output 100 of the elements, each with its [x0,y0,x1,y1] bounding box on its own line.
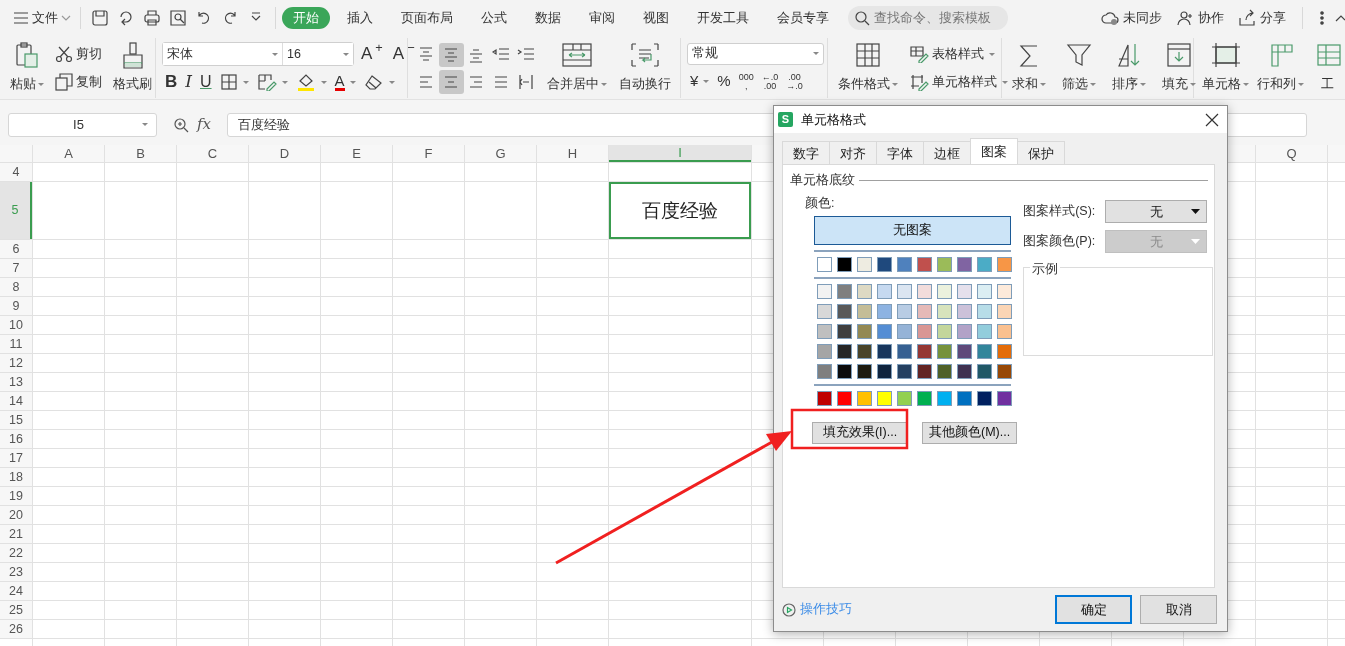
fill-effects-button[interactable]: 填充效果(I)... [812,421,908,444]
color-swatch[interactable] [997,303,1012,319]
ribbon-button[interactable]: 单元格 [1198,40,1253,96]
pattern-style-select[interactable]: 无 [1105,199,1208,223]
dialog-tab[interactable]: 保护 [1017,141,1065,164]
color-swatch[interactable] [857,390,872,406]
alignment-button[interactable] [439,42,464,67]
color-swatch[interactable] [937,256,952,272]
color-swatch[interactable] [977,303,992,319]
row-header[interactable]: 20 [0,506,32,524]
color-swatch[interactable] [937,323,952,339]
color-swatch[interactable] [917,343,932,359]
row-header[interactable]: 21 [0,525,32,543]
color-swatch[interactable] [997,256,1012,272]
color-swatch[interactable] [877,256,892,272]
font-color-button[interactable]: A [331,70,359,94]
thousands-button[interactable]: 000 , [735,69,757,94]
color-swatch[interactable] [937,363,952,379]
decrease-decimal-button[interactable]: .00 →.0 [783,69,806,94]
column-header[interactable]: C [177,145,248,162]
color-swatch[interactable] [817,283,832,299]
row-header[interactable]: 25 [0,601,32,619]
color-swatch[interactable] [837,283,852,299]
color-swatch[interactable] [817,363,832,379]
format-painter-button[interactable]: 格式刷 [109,40,156,96]
ribbon-tab[interactable]: 数据 [524,7,572,29]
color-swatch[interactable] [857,283,872,299]
ribbon-button[interactable]: 筛选 [1058,40,1100,96]
color-swatch[interactable] [897,283,912,299]
row-header[interactable]: 14 [0,392,32,410]
no-pattern-button[interactable]: 无图案 [814,215,1011,245]
function-label[interactable]: fx [197,113,211,136]
color-swatch[interactable] [837,256,852,272]
color-swatch[interactable] [917,256,932,272]
cell-style-button[interactable]: 单元格样式 [906,70,1011,94]
row-header[interactable]: 15 [0,411,32,429]
column-header[interactable]: G [465,145,536,162]
color-swatch[interactable] [977,323,992,339]
color-swatch[interactable] [997,343,1012,359]
row-header[interactable]: 19 [0,487,32,505]
color-swatch[interactable] [977,363,992,379]
row-header[interactable]: 7 [0,259,32,277]
color-swatch[interactable] [917,323,932,339]
column-header[interactable]: F [393,145,464,162]
row-header[interactable]: 10 [0,316,32,334]
color-swatch[interactable] [977,256,992,272]
color-swatch[interactable] [837,363,852,379]
number-format-select[interactable]: 常规 [687,42,824,65]
color-swatch[interactable] [937,303,952,319]
color-swatch[interactable] [817,343,832,359]
color-swatch[interactable] [917,283,932,299]
shrink-font-button[interactable]: A$^{−}$ [389,42,418,66]
color-swatch[interactable] [977,390,992,406]
merge-center-button[interactable]: 合并居中 [543,40,611,96]
color-swatch[interactable] [897,256,912,272]
percent-button[interactable]: % [714,69,734,94]
row-header[interactable]: 12 [0,354,32,372]
ribbon-button[interactable]: 填充 [1158,40,1200,96]
row-header[interactable]: 4 [0,163,32,181]
wrap-text-button[interactable]: 自动换行 [615,40,675,96]
color-swatch[interactable] [937,390,952,406]
ribbon-button[interactable]: 行和列 [1253,40,1308,96]
color-swatch[interactable] [857,323,872,339]
color-swatch[interactable] [857,303,872,319]
color-swatch[interactable] [837,303,852,319]
copy-button[interactable]: 复制 [52,70,105,94]
color-swatch[interactable] [877,363,892,379]
row-header[interactable]: 23 [0,563,32,581]
italic-button[interactable]: I [182,70,195,94]
paste-button[interactable]: 粘贴 [6,40,48,96]
toolbar-button[interactable]: 分享 [1234,8,1290,28]
color-swatch[interactable] [837,343,852,359]
color-swatch[interactable] [957,343,972,359]
column-header[interactable]: H [537,145,608,162]
row-header[interactable]: 6 [0,240,32,258]
underline-button[interactable]: U [197,70,215,94]
bold-button[interactable]: B [162,70,181,94]
color-swatch[interactable] [917,303,932,319]
color-swatch[interactable] [877,283,892,299]
column-header[interactable]: A [33,145,104,162]
color-swatch[interactable] [957,256,972,272]
color-swatch[interactable] [897,323,912,339]
ribbon-tab[interactable]: 会员专享 [766,7,840,29]
color-swatch[interactable] [837,390,852,406]
search-field[interactable]: 查找命令、搜索模板 [848,6,1008,30]
color-swatch[interactable] [997,363,1012,379]
toolbar-button[interactable]: 协作 [1172,8,1228,28]
toolbar-button[interactable]: 未同步 [1097,8,1166,28]
color-swatch[interactable] [957,283,972,299]
currency-button[interactable]: ¥ [687,69,713,94]
ribbon-tab[interactable]: 插入 [336,7,384,29]
color-swatch[interactable] [817,303,832,319]
name-box[interactable]: I5 [8,112,157,137]
row-header[interactable]: 16 [0,430,32,448]
cut-button[interactable]: 剪切 [52,42,105,66]
color-swatch[interactable] [957,363,972,379]
color-swatch[interactable] [977,343,992,359]
ribbon-button[interactable]: 工 [1308,40,1345,96]
color-swatch[interactable] [897,343,912,359]
row-header[interactable]: 9 [0,297,32,315]
